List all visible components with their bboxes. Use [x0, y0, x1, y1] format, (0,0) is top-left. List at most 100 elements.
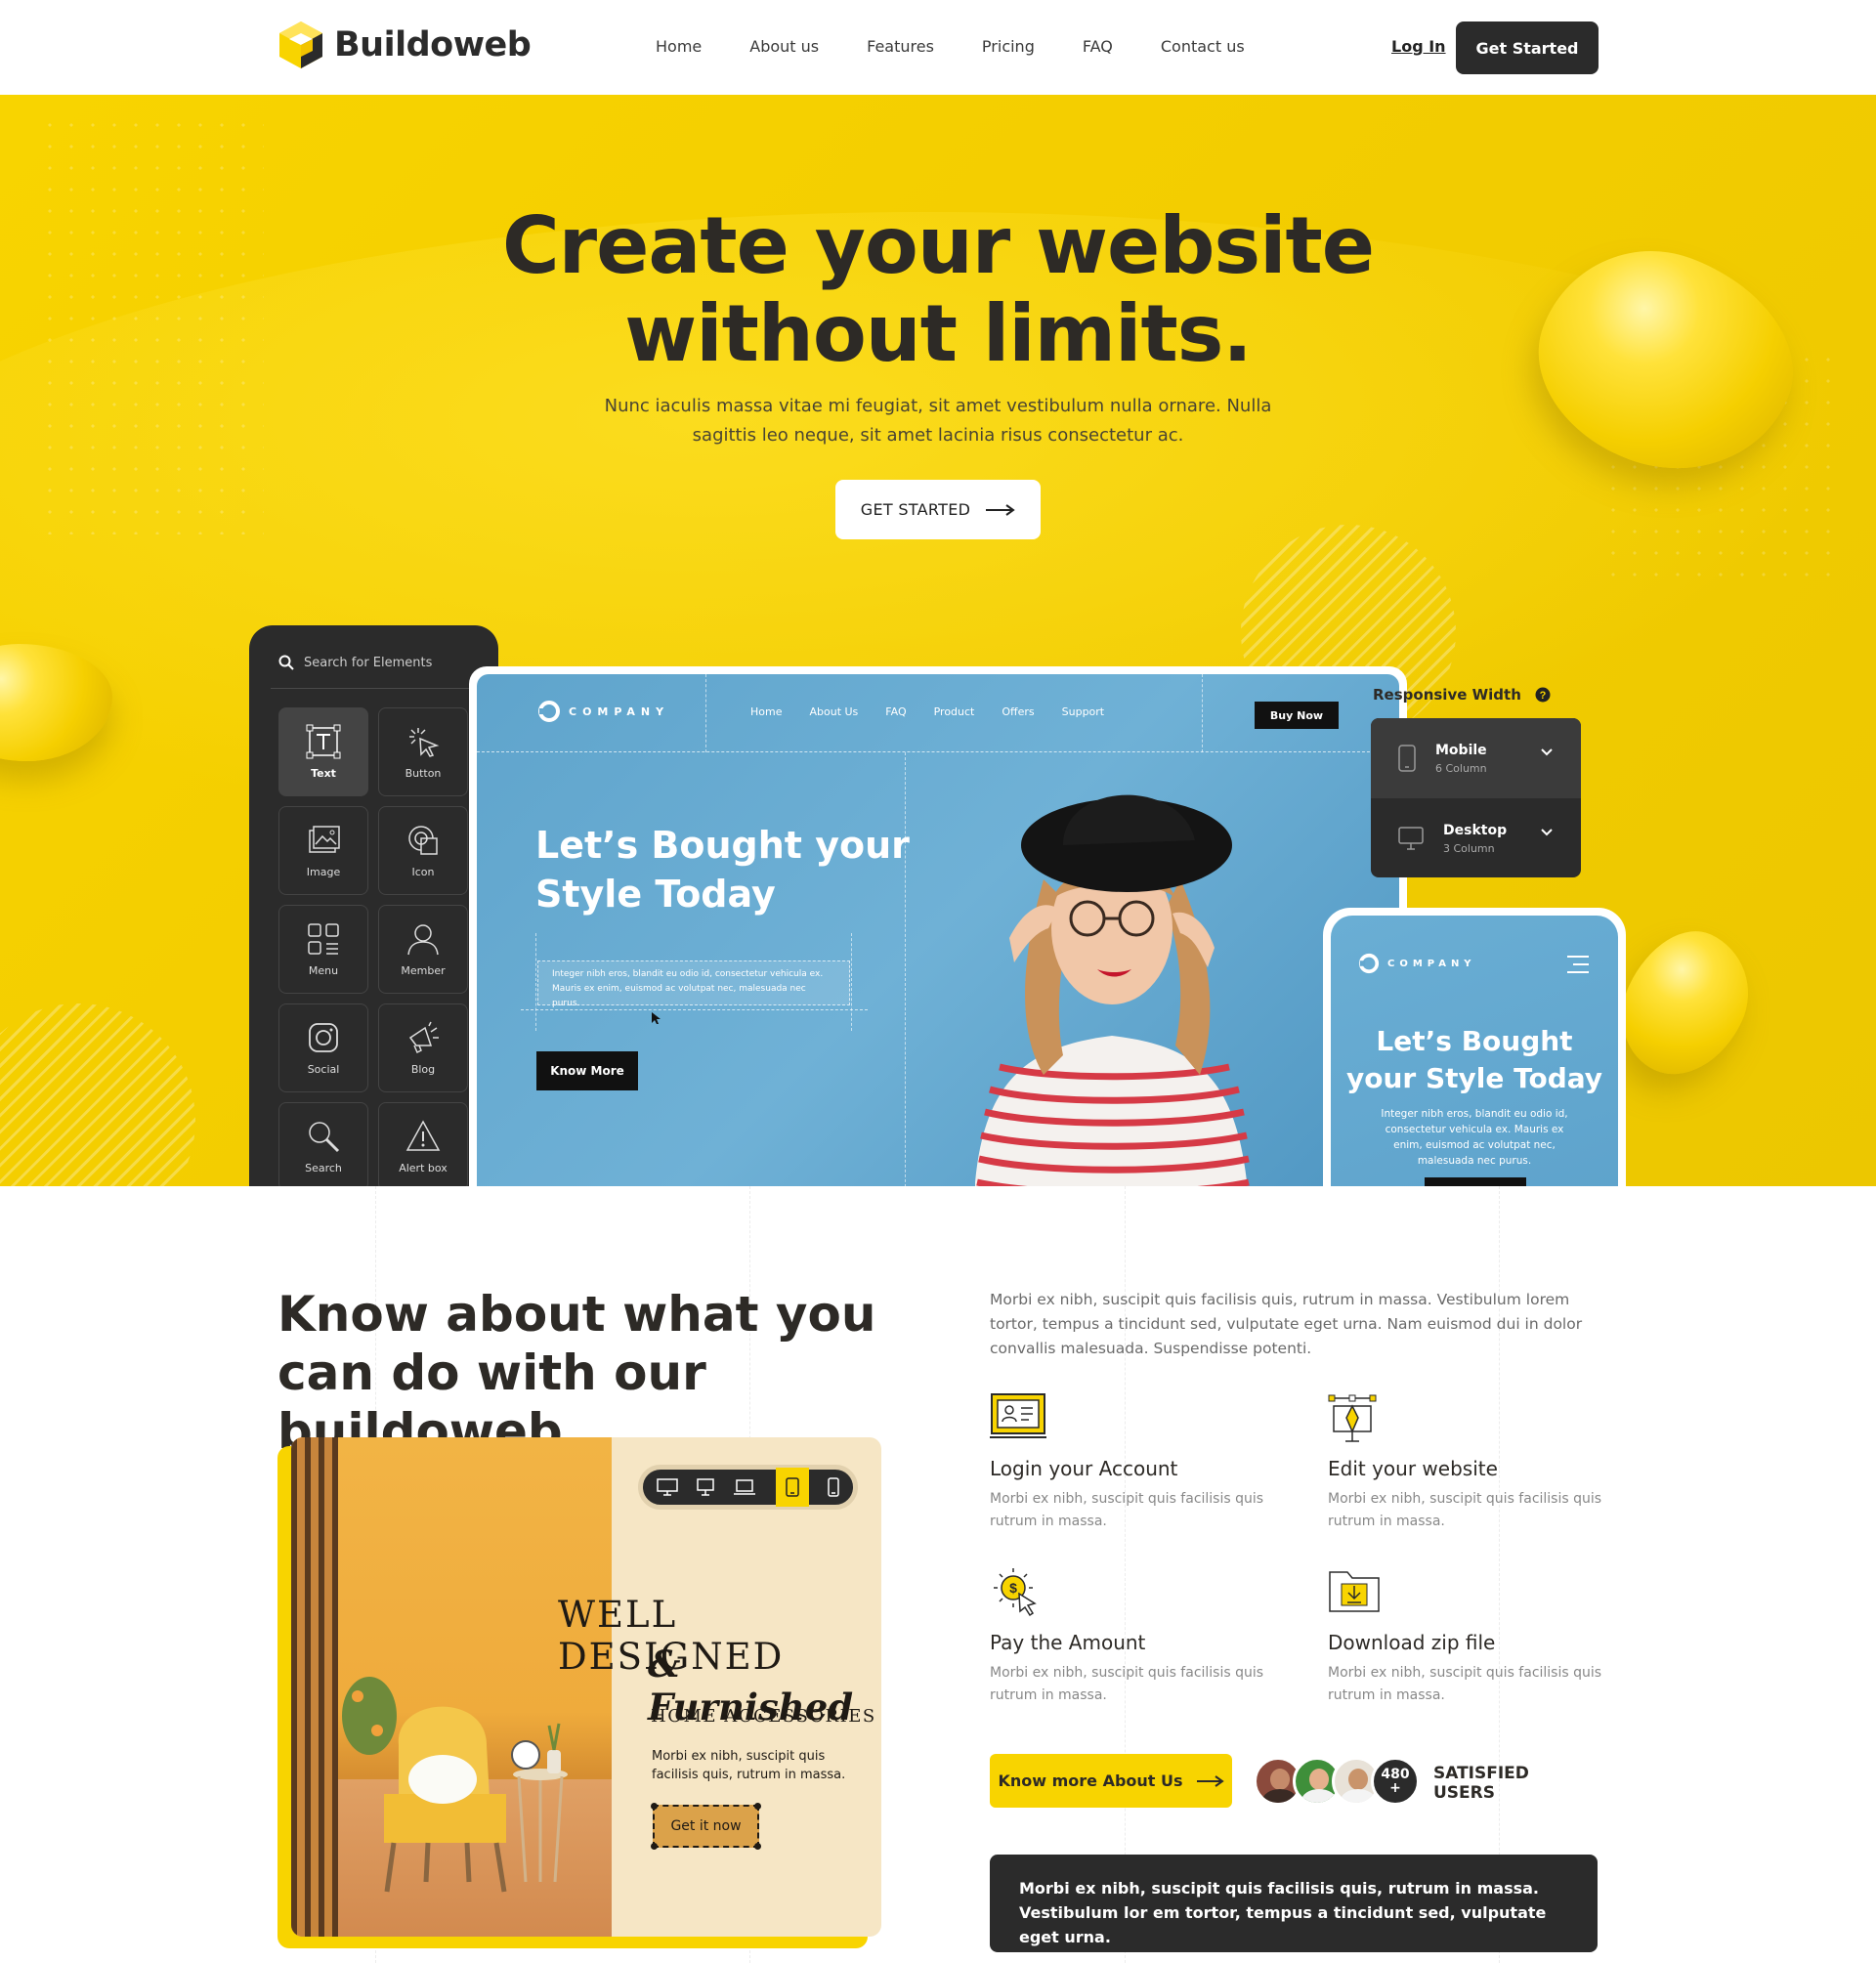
preview-nav-product[interactable]: Product — [934, 705, 975, 718]
selection-handle[interactable] — [651, 1843, 658, 1850]
element-tile-menu[interactable]: Menu — [278, 905, 368, 994]
hero-button-label: GET STARTED — [860, 500, 971, 519]
promo-text: Morbi ex nibh, suscipit quis facilisis q… — [652, 1749, 846, 1782]
element-tile-social[interactable]: Social — [278, 1003, 368, 1092]
responsive-option-text: Mobile 6 Column — [1435, 743, 1487, 775]
cursor-click-icon — [409, 728, 440, 757]
selection-handle[interactable] — [754, 1803, 761, 1810]
responsive-option-desktop[interactable]: Desktop 3 Column — [1371, 798, 1581, 877]
hero-get-started-button[interactable]: GET STARTED — [835, 480, 1041, 539]
nav-about[interactable]: About us — [749, 37, 819, 56]
about-title: Know about what you can do with our buil… — [277, 1285, 922, 1461]
element-grid: Text Button Image Icon Menu Member Socia… — [278, 707, 468, 1186]
tablet-icon — [786, 1477, 799, 1497]
preview-nav-about[interactable]: About Us — [809, 705, 858, 718]
preview-company-logo[interactable]: COMPANY — [537, 700, 669, 723]
laptop-icon[interactable] — [733, 1479, 756, 1495]
nav-features[interactable]: Features — [867, 37, 934, 56]
hero-title: Create your website without limits. — [0, 202, 1876, 378]
menu-grid-icon — [308, 923, 339, 955]
guide-line — [1202, 674, 1203, 752]
users-count: 480 — [1381, 1767, 1410, 1782]
nav-home[interactable]: Home — [656, 37, 702, 56]
page-root: { "header": { "brand": "Buildoweb", "nav… — [0, 0, 1876, 1963]
monitor-icon — [1398, 827, 1424, 850]
main-nav: Home About us Features Pricing FAQ Conta… — [656, 37, 1245, 56]
element-tile-button[interactable]: Button — [378, 707, 468, 796]
element-tile-alert-box[interactable]: Alert box — [378, 1102, 468, 1186]
avatar-body — [1341, 1789, 1376, 1803]
login-link[interactable]: Log In — [1391, 37, 1446, 56]
search-icon — [309, 1122, 340, 1153]
element-tile-label: Search — [305, 1162, 342, 1174]
mobile-preview: COMPANY Let’s Bought your Style Today In… — [1323, 908, 1626, 1186]
monitor-icon[interactable] — [697, 1478, 714, 1496]
feature-description: Morbi ex nibh, suscipit quis facilisis q… — [990, 1665, 1264, 1703]
responsive-width-label: Responsive Width ? — [1373, 686, 1551, 704]
element-tile-image[interactable]: Image — [278, 806, 368, 895]
selection-handle[interactable] — [651, 1803, 658, 1810]
get-it-now-button[interactable]: Get it now — [651, 1803, 761, 1850]
help-icon[interactable]: ? — [1535, 687, 1551, 703]
company-ring-icon — [1358, 953, 1380, 974]
selection-handle[interactable] — [754, 1843, 761, 1850]
warning-icon — [405, 1120, 441, 1151]
device-selected[interactable] — [775, 1468, 809, 1507]
hero-title-part: Create your — [501, 200, 1037, 291]
svg-text:?: ? — [1540, 690, 1547, 702]
preview-nav-faq[interactable]: FAQ — [885, 705, 906, 718]
phone-icon[interactable] — [828, 1477, 839, 1497]
room-photo — [291, 1437, 612, 1937]
svg-text:$: $ — [1009, 1580, 1017, 1596]
stripe-circle — [0, 1003, 195, 1186]
guide-line — [705, 674, 706, 752]
user-icon — [407, 924, 439, 956]
mobile-company-logo[interactable]: COMPANY — [1358, 953, 1476, 974]
chevron-down-icon[interactable] — [1540, 747, 1554, 757]
preview-nav-home[interactable]: Home — [750, 705, 782, 718]
responsive-option-detail: 3 Column — [1443, 841, 1495, 855]
responsive-width-title: Responsive Width — [1373, 686, 1521, 704]
nav-contact[interactable]: Contact us — [1161, 37, 1245, 56]
model-photo — [975, 794, 1250, 1186]
desktop-preview-canvas: COMPANY Home About Us FAQ Product Offers… — [477, 674, 1399, 1186]
mobile-know-more-button[interactable]: Know More — [1425, 1177, 1526, 1186]
element-search[interactable]: Search for Elements — [278, 655, 432, 670]
hero-title-line2: without limits. — [624, 288, 1252, 379]
element-tile-member[interactable]: Member — [378, 905, 468, 994]
arrow-right-icon — [1196, 1774, 1224, 1787]
mobile-headline-line1: Let’s Bought — [1376, 1025, 1573, 1057]
preview-buy-now-button[interactable]: Buy Now — [1255, 702, 1339, 729]
preview-body-text[interactable]: Integer nibh eros, blandit eu odio id, c… — [537, 960, 850, 1008]
preview-know-more-button[interactable]: Know More — [536, 1051, 638, 1090]
responsive-option-mobile[interactable]: Mobile 6 Column — [1371, 718, 1581, 798]
element-tile-text[interactable]: Text — [278, 707, 368, 796]
megaphone-icon — [408, 1021, 439, 1054]
preview-company-name: COMPANY — [569, 704, 670, 718]
avatar-body — [1262, 1789, 1298, 1803]
user-avatars: 480 + — [1254, 1757, 1420, 1806]
responsive-option-detail: 6 Column — [1435, 761, 1487, 775]
nav-pricing[interactable]: Pricing — [982, 37, 1035, 56]
preview-nav-support[interactable]: Support — [1062, 705, 1104, 718]
element-tile-search[interactable]: Search — [278, 1102, 368, 1186]
about-description: Morbi ex nibh, suscipit quis facilisis q… — [990, 1291, 1583, 1357]
login-profile-icon — [990, 1393, 1046, 1438]
brand-name: Buildoweb — [334, 25, 532, 64]
logo-cube-icon — [279, 21, 322, 68]
chevron-down-icon[interactable] — [1540, 828, 1554, 837]
brand-logo[interactable]: Buildoweb — [277, 20, 532, 70]
know-more-about-us-button[interactable]: Know more About Us — [990, 1754, 1232, 1808]
element-tile-label: Member — [401, 964, 446, 977]
element-tile-blog[interactable]: Blog — [378, 1003, 468, 1092]
hamburger-menu-icon[interactable] — [1565, 955, 1591, 974]
avatar-body — [1301, 1789, 1337, 1803]
desktop-icon[interactable] — [656, 1478, 678, 1496]
element-tile-icon[interactable]: Icon — [378, 806, 468, 895]
divider — [271, 688, 476, 689]
preview-nav-links: Home About Us FAQ Product Offers Support — [750, 705, 1104, 718]
preview-nav-offers[interactable]: Offers — [1002, 705, 1034, 718]
get-started-button[interactable]: Get Started — [1456, 21, 1599, 74]
responsive-width-panel: Mobile 6 Column Desktop 3 Column — [1371, 718, 1581, 877]
nav-faq[interactable]: FAQ — [1083, 37, 1113, 56]
